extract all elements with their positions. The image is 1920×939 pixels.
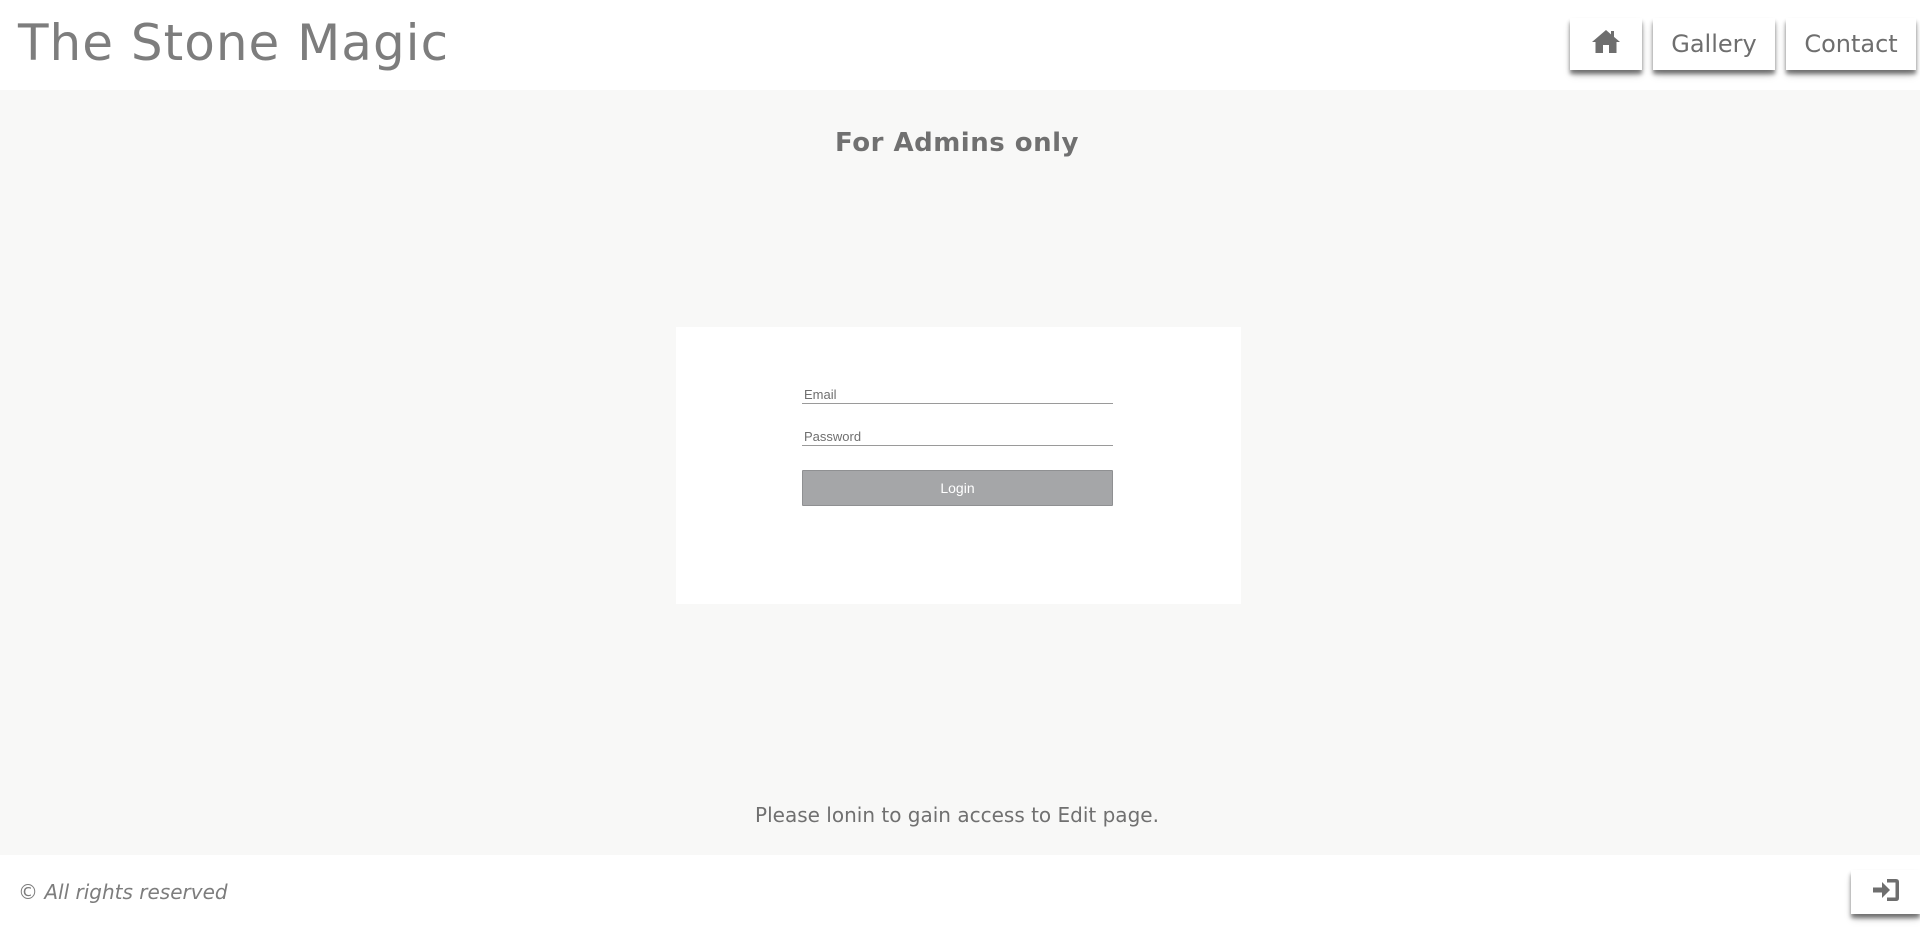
password-field[interactable]	[802, 424, 1113, 446]
main-nav: Gallery Contact	[1570, 18, 1916, 70]
sign-in-icon	[1872, 878, 1900, 906]
nav-home-button[interactable]	[1570, 18, 1642, 70]
page-subtitle: For Admins only	[835, 128, 1079, 158]
nav-gallery-button[interactable]: Gallery	[1653, 18, 1775, 70]
nav-contact-button[interactable]: Contact	[1786, 18, 1916, 70]
home-icon	[1591, 28, 1621, 60]
site-title: The Stone Magic	[18, 14, 450, 72]
copyright-text: © All rights reserved	[18, 880, 228, 904]
login-button[interactable]: Login	[802, 470, 1113, 506]
footer-login-button[interactable]	[1851, 870, 1920, 914]
login-notice: Please lonin to gain access to Edit page…	[755, 803, 1159, 827]
site-footer: © All rights reserved	[0, 855, 1920, 939]
site-header: The Stone Magic Gallery Contact	[0, 0, 1920, 90]
login-card	[676, 327, 1241, 604]
email-field[interactable]	[802, 382, 1113, 404]
